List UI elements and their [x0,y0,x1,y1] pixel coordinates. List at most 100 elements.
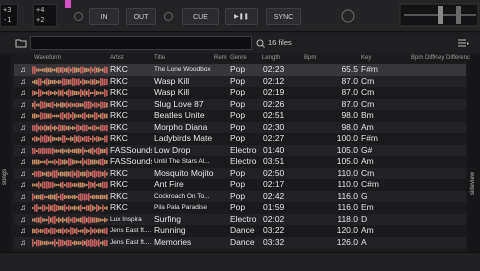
sync-button[interactable]: SYNC [266,8,301,25]
track-row[interactable]: ♫ RKC Wasp Kill Pop 02:19 87.0 Cm [14,87,466,99]
track-row[interactable]: ♫ RKC Mosquito Mojito Pop 02:50 110.0 Cm [14,167,466,179]
track-row[interactable]: ♫ RKC Morpho Diana Pop 02:30 98.0 Am [14,121,466,133]
track-bpm: 110.0 [337,179,358,189]
search-icon[interactable] [256,39,265,48]
waveform-thumbnail [32,181,108,189]
track-key: Cm [361,167,375,178]
music-note-icon: ♫ [20,99,26,109]
music-note-icon: ♫ [20,88,26,97]
track-title: Ant Fire [154,179,184,189]
settings-icon[interactable] [340,8,356,24]
track-artist: FASSounds [110,144,152,155]
track-bpm: 116.0 [337,190,358,201]
waveform-thumbnail [32,227,108,235]
header-length[interactable]: Length [262,55,280,61]
sideview-tab[interactable]: sideview [467,55,480,252]
list-view-icon[interactable] [457,38,469,48]
waveform-thumbnail [32,169,108,178]
track-row[interactable]: ♫ RKC Beatles Unite Pop 02:51 98.0 Bm [14,110,466,122]
track-genre: Pop [230,110,246,120]
search-input[interactable] [30,36,252,50]
track-artist: Jens East ft.... [110,227,152,234]
track-artist: RKC [110,110,128,120]
header-title[interactable]: Title [154,55,165,61]
track-key: Cm [361,75,375,86]
track-row[interactable]: ♫ RKC Slug Love 87 Pop 02:26 87.0 Cm [14,98,466,110]
file-count: 16 files [268,38,292,47]
cue-button[interactable]: CUE [182,8,219,25]
waveform-thumbnail [32,89,108,97]
track-title: Mosquito Mojito [154,167,214,178]
track-bpm: 105.0 [336,144,358,155]
track-length: 02:12 [263,75,285,86]
track-row[interactable]: ♫ FASSounds Low Drop Electro 01:40 105.0 G# [14,144,466,156]
header-bpm[interactable]: Bpm [304,55,316,61]
track-genre: Electro [230,144,257,155]
track-row[interactable]: ♫ RKC Cockroach On To... Pop 02:42 116.0 G [14,190,466,202]
loop-out-button[interactable]: OUT [126,8,156,25]
pitch-value-mid-2: +2 [36,16,45,24]
track-row[interactable]: ♫ Jens East ft.... Memories Dance 03:32 126.0… [14,236,466,248]
track-row[interactable]: ♫ Jens East ft.... Running Dance 03:22 120.0 A… [14,225,466,237]
header-waveform[interactable]: Waveform [34,55,61,61]
track-row[interactable]: ♫ Lux Inspira Surfing Electro 02:02 118.0 D [14,213,466,225]
waveform-thumbnail [32,192,108,201]
music-note-icon: ♫ [20,237,26,247]
track-key: Em [361,202,374,212]
header-genre[interactable]: Genre [230,55,247,61]
track-length: 03:51 [263,156,285,166]
track-genre: Pop [230,121,246,132]
track-bpm: 116.0 [337,202,358,212]
track-bpm: 118.0 [337,213,358,224]
loop-toggle-icon[interactable] [74,12,83,21]
header-artist[interactable]: Artist [110,55,124,61]
track-length: 02:17 [263,179,285,189]
pitch-display-left: +3 -1 [0,4,18,27]
music-note-icon: ♫ [20,145,26,155]
track-artist: RKC [110,75,128,86]
track-key: A [361,236,367,247]
track-title: Cockroach On To... [154,192,210,200]
track-artist: RKC [110,87,128,97]
header-key[interactable]: Key [361,55,371,61]
waveform-thumbnail [32,123,108,132]
bottom-bar [0,252,480,271]
record-icon[interactable] [164,12,173,21]
waveform-thumbnail [32,100,108,109]
track-length: 01:59 [263,202,285,212]
music-note-icon: ♫ [20,214,26,224]
track-artist: RKC [110,121,128,132]
music-note-icon: ♫ [20,65,26,74]
track-row[interactable]: ♫ RKC Wasp Kill Pop 02:12 87.0 Cm [14,75,466,87]
waveform-thumbnail [32,77,108,86]
header-bpm-diff[interactable]: Bpm Diff [411,55,434,61]
track-list: ♫ RKC The Lone Woodbox Pop 02:23 65.5 F#m ♫ RKC W… [14,64,466,250]
browser-search-bar: 16 files [0,33,480,53]
track-title: Memories [154,236,192,247]
track-bpm: 120.0 [336,225,358,235]
loop-in-button[interactable]: IN [89,8,119,25]
header-remix[interactable]: Rem [214,55,227,61]
track-row[interactable]: ♫ FASSounds Until The Stars Al... Electro 03… [14,156,466,168]
track-genre: Pop [230,75,246,86]
track-genre: Pop [230,190,246,201]
track-key: Am [361,156,374,166]
songs-side-tab[interactable]: songs [0,55,11,252]
deck-controls: +3 -1 +4 +2 IN OUT CUE ▶❚❚ SYNC [0,0,480,32]
track-length: 02:50 [263,167,285,178]
track-title: Beatles Unite [154,110,205,120]
track-row[interactable]: ♫ RKC The Lone Woodbox Pop 02:23 65.5 F#m [14,64,466,76]
track-bpm: 87.0 [341,87,358,97]
folder-icon[interactable] [15,38,27,48]
track-title: Running [154,225,186,235]
songs-tab-label: songs [2,168,8,185]
track-key: Bm [361,110,374,120]
track-row[interactable]: ♫ RKC Ladybirds Mate Pop 02:27 100.0 F#m [14,133,466,145]
header-key-diff[interactable]: Key Differenc [434,55,470,61]
pitch-fader[interactable] [398,2,480,29]
track-row[interactable]: ♫ RKC Ant Fire Pop 02:17 110.0 C#m [14,179,466,191]
music-note-icon: ♫ [20,180,26,189]
play-pause-button[interactable]: ▶❚❚ [225,8,258,25]
track-artist: RKC [110,64,128,74]
track-row[interactable]: ♫ RKC Pila Pala Paradise Pop 01:59 116.0 Em [14,202,466,214]
